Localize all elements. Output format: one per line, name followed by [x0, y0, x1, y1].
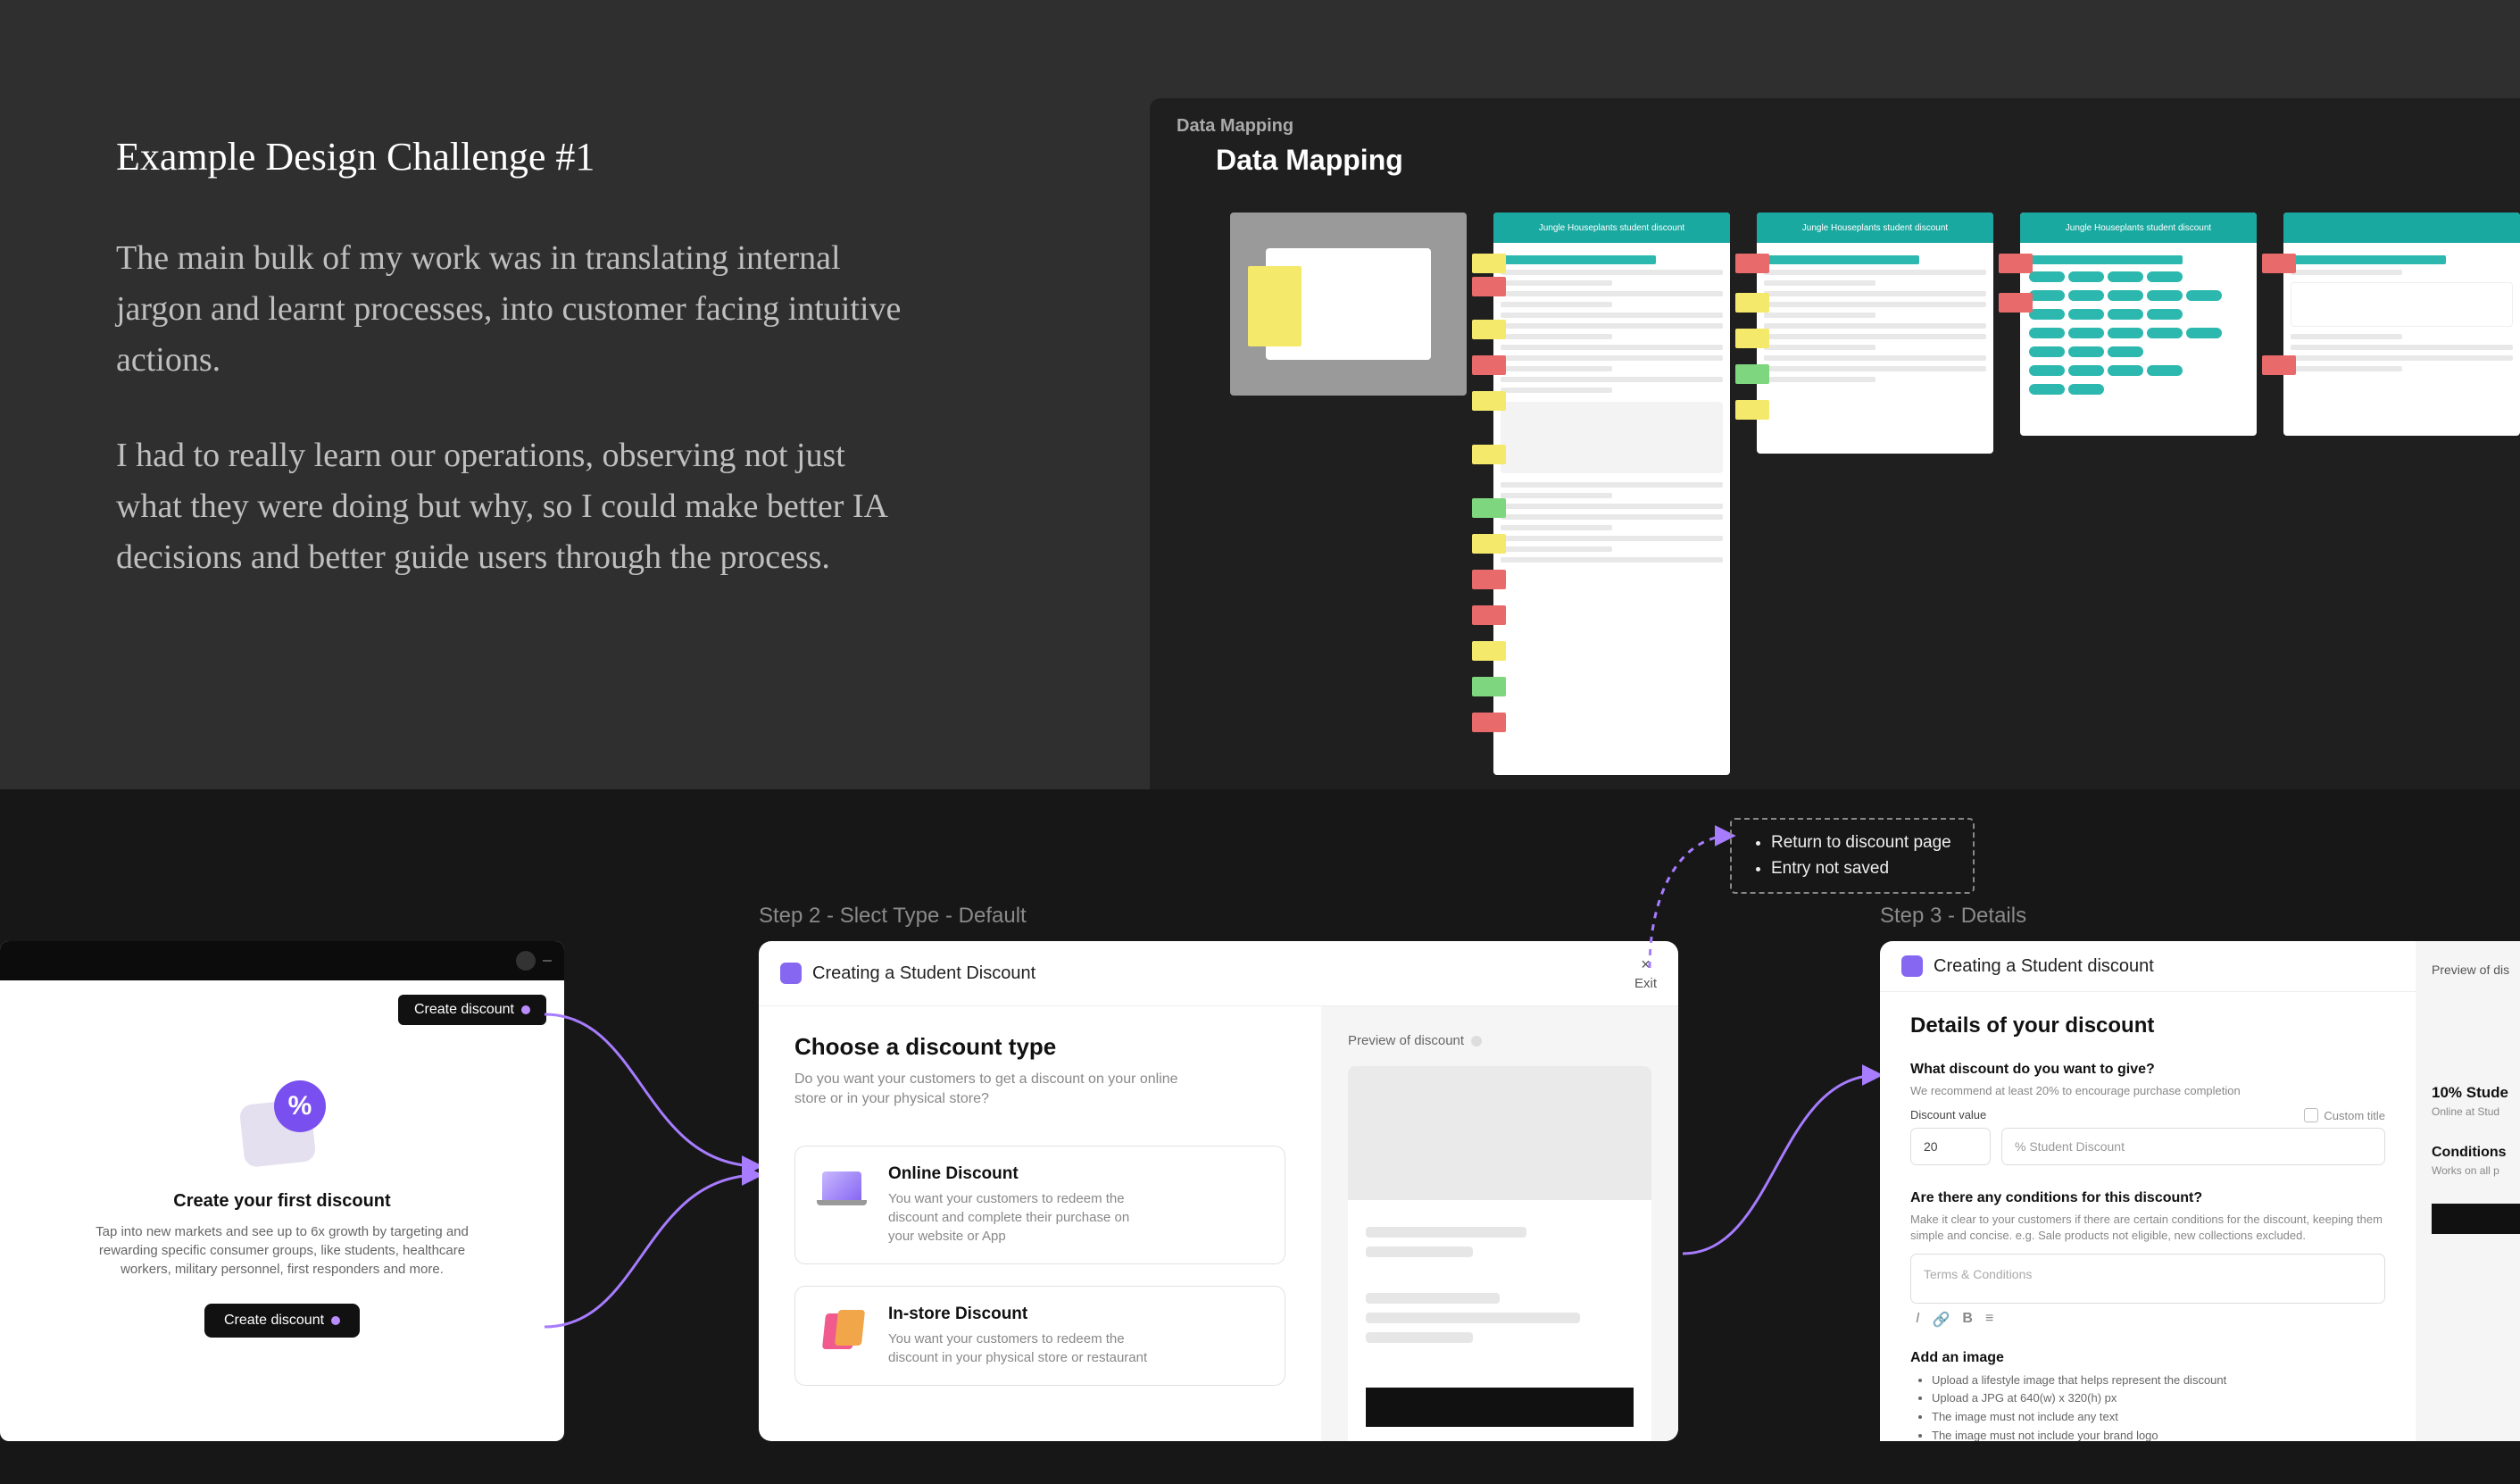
hint-discount: We recommend at least 20% to encourage p…: [1910, 1083, 2385, 1099]
step-2-card: Creating a Student Discount Exit Choose …: [759, 941, 1678, 1441]
preview-label: Preview of discount: [1348, 1033, 1651, 1048]
card3-title: Creating a Student discount: [1934, 956, 2154, 977]
exit-callout: Return to discount page Entry not saved: [1730, 818, 1975, 894]
thumb-header: Jungle Houseplants student discount: [1757, 213, 1993, 243]
flow-arrow-2: [1678, 1066, 1884, 1263]
label-discount-value: Discount value: [1910, 1108, 1986, 1122]
step-3-label: Step 3 - Details: [1880, 904, 2026, 929]
flow-section: Create discount % Create your first disc…: [0, 789, 2520, 1484]
thumb-header: Jungle Houseplants student discount: [2020, 213, 2257, 243]
flow-arrow-1: [536, 1014, 768, 1336]
italic-icon[interactable]: I: [1916, 1311, 1919, 1329]
card1-blurb: Tap into new markets and see up to 6x gr…: [95, 1222, 470, 1279]
list-icon[interactable]: ≡: [1985, 1311, 1993, 1329]
intro-paragraph-2: I had to really learn our operations, ob…: [116, 430, 919, 583]
card2-header: Creating a Student Discount Exit: [759, 941, 1678, 1006]
preview-card: [1348, 1066, 1651, 1441]
option-online-title: Online Discount: [888, 1164, 1156, 1184]
step-1-card: Create discount % Create your first disc…: [0, 941, 564, 1441]
avatar-icon[interactable]: [516, 951, 536, 971]
preview-cta-placeholder: [1366, 1388, 1634, 1427]
mapping-thumbnails: Jungle Houseplants student discount: [1230, 213, 2520, 775]
app-icon: [780, 963, 802, 984]
mapping-thumb-2[interactable]: Jungle Houseplants student discount: [1757, 213, 1993, 454]
card1-heading: Create your first discount: [173, 1191, 390, 1212]
card2-title: Creating a Student Discount: [812, 963, 1035, 984]
step-2-label: Step 2 - Slect Type - Default: [759, 904, 1027, 929]
option-instore[interactable]: In-store Discount You want your customer…: [794, 1286, 1285, 1386]
presentation-top: Example Design Challenge #1 The main bul…: [0, 0, 2520, 789]
percent-icon: %: [242, 1084, 322, 1164]
card2-heading: Choose a discount type: [794, 1033, 1285, 1061]
menu-icon[interactable]: [543, 960, 552, 962]
mapping-thumb-3[interactable]: Jungle Houseplants student discount: [2020, 213, 2257, 436]
preview-pane-3: Preview of dis 10% Stude Online at Stud …: [2416, 941, 2520, 1441]
option-instore-title: In-store Discount: [888, 1305, 1156, 1324]
preview-label-3: Preview of dis: [2432, 963, 2520, 977]
percent-glyph: %: [274, 1080, 326, 1132]
option-instore-body: You want your customers to redeem the di…: [888, 1330, 1156, 1367]
preview-title: 10% Stude: [2432, 1084, 2520, 1102]
intro-text: Example Design Challenge #1 The main bul…: [116, 134, 919, 628]
exit-button[interactable]: Exit: [1634, 955, 1657, 991]
card3-header: Creating a Student discount: [1880, 941, 2416, 992]
preview-conditions-sub: Works on all p: [2432, 1164, 2520, 1177]
req-2: Upload a JPG at 640(w) x 320(h) px: [1932, 1389, 2385, 1408]
laptop-icon: [817, 1164, 867, 1214]
callout-line-2: Entry not saved: [1771, 856, 1951, 882]
mapping-thumb-0[interactable]: [1230, 213, 1467, 396]
data-mapping-panel: Data Mapping Data Mapping Jungle Housepl…: [1150, 98, 2520, 789]
preview-cta-bar: [2432, 1204, 2520, 1234]
panel-breadcrumb: Data Mapping: [1177, 116, 2520, 137]
link-icon[interactable]: 🔗: [1932, 1311, 1950, 1329]
terms-textarea[interactable]: Terms & Conditions: [1910, 1254, 2385, 1304]
custom-title-checkbox[interactable]: Custom title: [2304, 1108, 2385, 1122]
thumb-header: [2283, 213, 2520, 243]
step-3-card: Creating a Student discount Details of y…: [1880, 941, 2520, 1441]
callout-line-1: Return to discount page: [1771, 830, 1951, 856]
req-4: The image must not include your brand lo…: [1932, 1427, 2385, 1441]
create-discount-button[interactable]: Create discount: [204, 1304, 360, 1338]
cta-label: Create discount: [224, 1313, 324, 1329]
connector-dot-icon: [331, 1316, 340, 1325]
discount-title-input[interactable]: % Student Discount: [2001, 1128, 2385, 1165]
option-online-body: You want your customers to redeem the di…: [888, 1189, 1156, 1246]
req-1: Upload a lifestyle image that helps repr…: [1932, 1371, 2385, 1390]
image-requirements: Upload a lifestyle image that helps repr…: [1910, 1371, 2385, 1441]
mapping-thumb-4[interactable]: [2283, 213, 2520, 436]
create-discount-pill[interactable]: Create discount: [398, 995, 546, 1025]
intro-paragraph-1: The main bulk of my work was in translat…: [116, 233, 919, 386]
card2-sub: Do you want your customers to get a disc…: [794, 1070, 1187, 1110]
thumb-header: Jungle Houseplants student discount: [1493, 213, 1730, 243]
preview-conditions-title: Conditions: [2432, 1145, 2520, 1161]
question-image: Add an image: [1910, 1350, 2385, 1366]
connector-dot-icon: [521, 1005, 530, 1014]
app-icon: [1901, 955, 1923, 977]
preview-image-placeholder: [1348, 1066, 1651, 1200]
req-3: The image must not include any text: [1932, 1408, 2385, 1427]
preview-pane: Preview of discount: [1321, 1006, 1678, 1441]
intro-title: Example Design Challenge #1: [116, 134, 919, 179]
card1-topbar: [0, 941, 564, 980]
question-conditions: Are there any conditions for this discou…: [1910, 1190, 2385, 1206]
panel-title: Data Mapping: [1216, 144, 2520, 177]
bold-icon[interactable]: B: [1962, 1311, 1973, 1329]
question-discount: What discount do you want to give?: [1910, 1062, 2385, 1078]
mapping-thumb-1[interactable]: Jungle Houseplants student discount: [1493, 213, 1730, 775]
card3-heading: Details of your discount: [1910, 1013, 2385, 1038]
hint-conditions: Make it clear to your customers if there…: [1910, 1212, 2385, 1244]
option-online[interactable]: Online Discount You want your customers …: [794, 1146, 1285, 1264]
text-toolbar: I 🔗 B ≡: [1910, 1311, 2385, 1329]
pill-label: Create discount: [414, 1002, 514, 1018]
shopping-bag-icon: [817, 1305, 867, 1355]
discount-value-input[interactable]: 20: [1910, 1128, 1991, 1165]
preview-sub: Online at Stud: [2432, 1105, 2520, 1118]
